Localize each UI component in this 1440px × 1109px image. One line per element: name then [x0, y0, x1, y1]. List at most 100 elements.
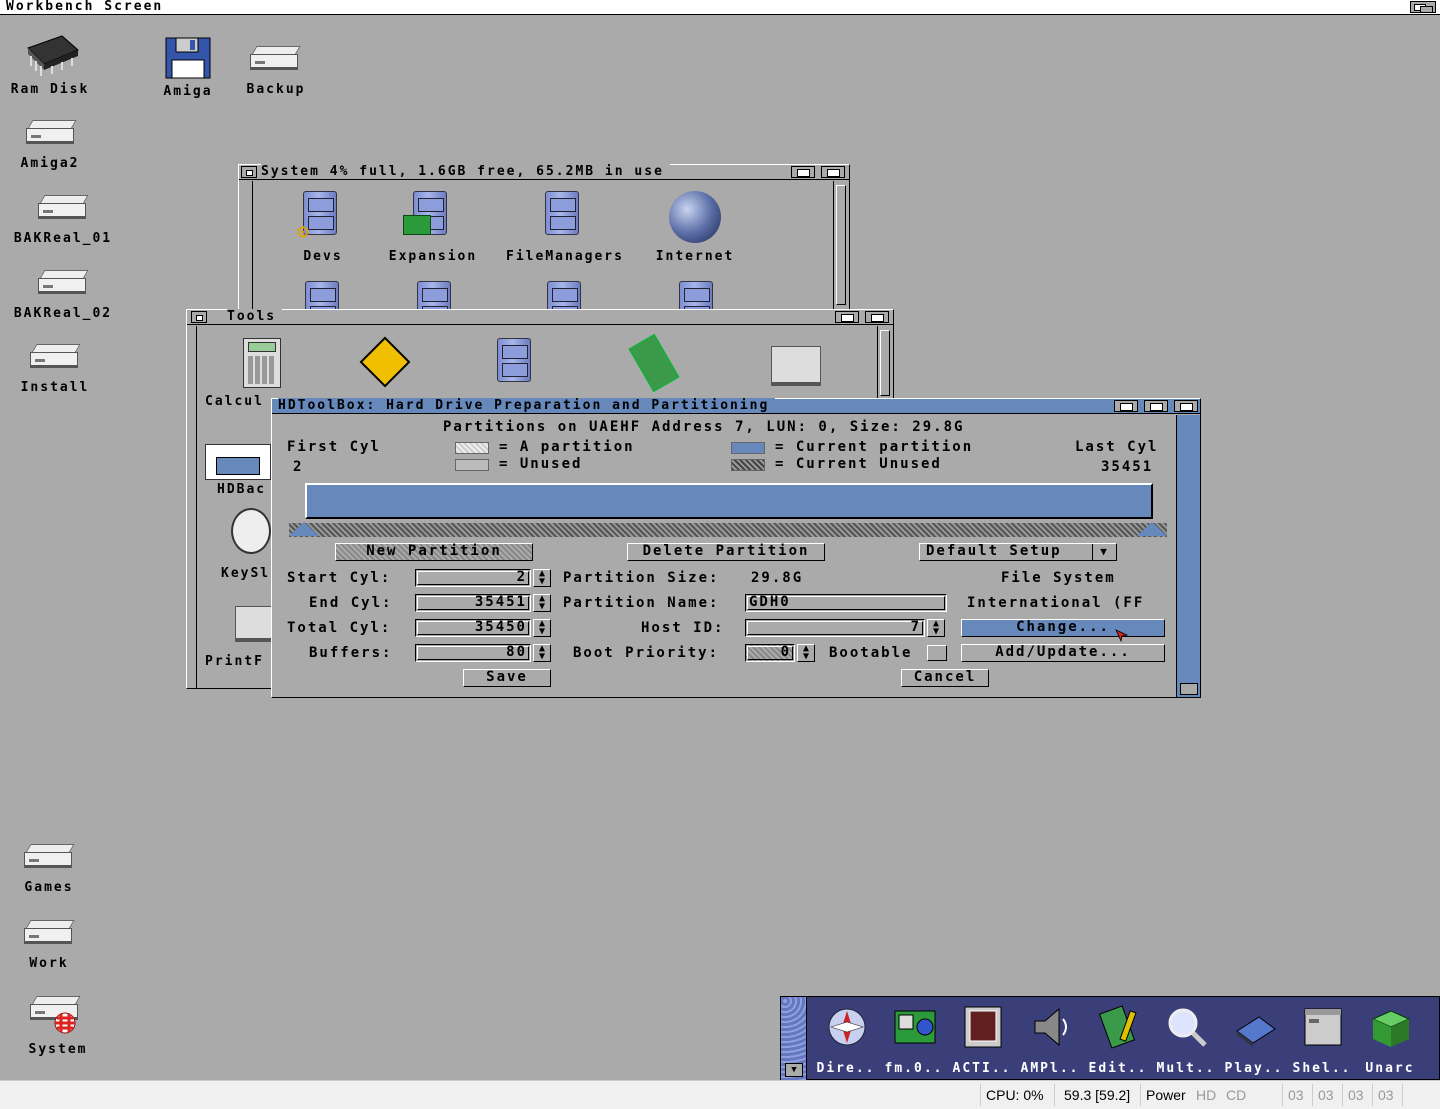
add-update-button[interactable]: Add/Update... [961, 644, 1165, 662]
hdtoolbox-title-bar[interactable]: HDToolBox: Hard Drive Preparation and Pa… [272, 398, 1200, 414]
legend-swatch-current-unused [731, 459, 765, 471]
end-marker-icon[interactable] [1137, 522, 1167, 536]
system-window[interactable]: System 4% full, 1.6GB free, 65.2MB in us… [238, 164, 850, 325]
default-setup-label: Default Setup [926, 543, 1062, 559]
total-cyl-stepper[interactable]: ▲ ▼ [533, 619, 551, 637]
desktop-icon-amiga2[interactable]: Amiga2 [20, 120, 80, 176]
partition-map-bar[interactable] [305, 483, 1153, 519]
resize-gadget-icon[interactable] [1180, 683, 1198, 695]
desktop-icon-ram-disk[interactable]: Ram Disk [11, 30, 87, 100]
host-id-stepper[interactable]: ▲ ▼ [927, 619, 945, 637]
desktop-icon-label: BAKReal_02 [13, 306, 113, 321]
fps-status: 59.3 [59.2] [1064, 1087, 1131, 1103]
dock-item-fm[interactable]: fm.0.. [879, 997, 949, 1081]
dock-item-unarc[interactable]: Unarc [1355, 997, 1425, 1081]
desktop-icon-label: System [28, 1042, 88, 1057]
start-cyl-label: Start Cyl: [287, 570, 392, 586]
end-cyl-field[interactable]: 35451 [415, 594, 531, 612]
media-player-icon [1236, 1016, 1276, 1047]
desktop-icon-bakreal-02[interactable]: BAKReal_02 [14, 270, 110, 326]
hdtoolbox-window[interactable]: HDToolBox: Hard Drive Preparation and Pa… [271, 398, 1201, 698]
partition-name-field[interactable]: GDH0 [745, 594, 947, 612]
screen-depth-gadget[interactable] [1410, 1, 1436, 13]
cancel-button[interactable]: Cancel [901, 669, 989, 687]
dock-item-acti[interactable]: ACTI.. [947, 997, 1017, 1081]
dock-item-edit[interactable]: Edit.. [1083, 997, 1153, 1081]
desktop-icon-games[interactable]: Games [24, 844, 75, 900]
desktop-icon-label: Install [20, 380, 90, 395]
depth-gadget-icon[interactable] [1174, 400, 1198, 412]
desktop-icon-work[interactable]: Work [24, 920, 75, 976]
chevron-down-icon[interactable]: ▼ [785, 1063, 803, 1077]
desktop-icon-label: Games [24, 880, 74, 895]
dock-item-label: Play.. [1224, 1061, 1284, 1076]
desktop-icon-label: Work [29, 956, 69, 971]
zoom-gadget-icon[interactable] [835, 311, 859, 323]
status-separator [1140, 1084, 1141, 1106]
depth-gadget-icon[interactable] [865, 311, 889, 323]
dock-item-ampl[interactable]: AMPl.. [1015, 997, 1085, 1081]
legend-current-partition: = Current partition [775, 439, 974, 455]
buffers-stepper[interactable]: ▲ ▼ [533, 644, 551, 662]
desktop-icon-label: Amiga2 [20, 156, 80, 171]
start-cyl-field[interactable]: 2 [415, 569, 531, 587]
dock-item-label: Shel.. [1292, 1061, 1352, 1076]
notepad-icon [1098, 1005, 1137, 1049]
system-window-title-bar[interactable]: System 4% full, 1.6GB free, 65.2MB in us… [239, 164, 849, 180]
delete-partition-button[interactable]: Delete Partition [627, 543, 825, 561]
boot-priority-value: 0 [780, 644, 791, 660]
desktop-icon-bakreal-01[interactable]: BAKReal_01 [14, 195, 110, 251]
start-cyl-stepper[interactable]: ▲ ▼ [533, 569, 551, 587]
boot-priority-field[interactable]: 0 [745, 644, 795, 662]
desktop-icon-label: Ram Disk [10, 82, 90, 97]
desktop-icon-install[interactable]: Install [21, 344, 87, 400]
depth-gadget-icon[interactable] [821, 166, 845, 178]
boot-priority-stepper[interactable]: ▲ ▼ [797, 644, 815, 662]
buffers-field[interactable]: 80 [415, 644, 531, 662]
close-gadget-icon[interactable] [191, 311, 207, 323]
default-setup-button[interactable]: Default Setup ▼ [919, 543, 1117, 561]
desktop-icon-system[interactable]: System [28, 996, 88, 1058]
notepad-icon [628, 333, 680, 393]
end-cyl-value: 35451 [474, 594, 527, 610]
tool-label: HDBac [217, 482, 267, 497]
desktop-icon-amiga[interactable]: Amiga [160, 36, 216, 104]
new-partition-button[interactable]: New Partition [335, 543, 533, 561]
vertical-scrollbar[interactable] [833, 181, 847, 309]
change-filesystem-button[interactable]: Change... [961, 619, 1165, 637]
zoom-gadget-icon[interactable] [791, 166, 815, 178]
dock-item-play[interactable]: Play.. [1219, 997, 1289, 1081]
compass-icon [828, 1008, 866, 1046]
legend-swatch-current-partition [731, 442, 765, 454]
bootable-checkbox[interactable] [927, 645, 947, 661]
screen-title-bar[interactable]: Workbench Screen [0, 0, 1440, 15]
host-id-field[interactable]: 7 [745, 619, 925, 637]
iconify-gadget-icon[interactable] [1114, 400, 1138, 412]
dock-item-mult[interactable]: Mult.. [1151, 997, 1221, 1081]
dock-item-shel[interactable]: Shel.. [1287, 997, 1357, 1081]
file-system-value: International (FF [967, 595, 1145, 611]
partition-name-value: GDH0 [749, 594, 791, 610]
mouse-pointer-icon [1115, 629, 1129, 643]
save-button[interactable]: Save [463, 669, 551, 687]
vertical-scrollbar[interactable] [877, 326, 891, 400]
left-border [191, 326, 197, 688]
film-icon [964, 1006, 1002, 1048]
zoom-gadget-icon[interactable] [1144, 400, 1168, 412]
start-marker-icon[interactable] [289, 522, 319, 536]
tools-window-title-bar[interactable]: Tools [187, 309, 893, 325]
dock-handle[interactable]: ▼ [781, 997, 807, 1081]
total-cyl-field[interactable]: 35450 [415, 619, 531, 637]
end-cyl-stepper[interactable]: ▲ ▼ [533, 594, 551, 612]
magnifier-icon [1168, 1008, 1207, 1047]
host-id-label: Host ID: [641, 620, 725, 636]
status-separator [1054, 1084, 1055, 1106]
legend-current-unused: = Current Unused [775, 456, 942, 472]
drawer-icon[interactable] [493, 338, 531, 384]
end-cyl-label: End Cyl: [309, 595, 393, 611]
close-gadget-icon[interactable] [241, 166, 257, 178]
dock-item-dire[interactable]: Dire.. [811, 997, 881, 1081]
desktop-icon-label: Amiga [163, 84, 213, 99]
desktop-icon-backup[interactable]: Backup [246, 46, 306, 102]
dock-item-label: ACTI.. [952, 1061, 1012, 1076]
